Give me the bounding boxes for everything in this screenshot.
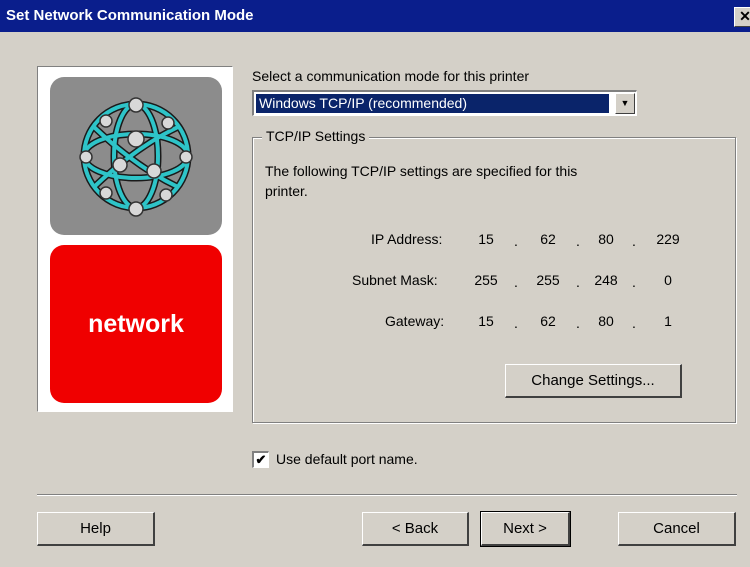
title-bar: Set Network Communication Mode ✕: [0, 0, 750, 32]
cancel-button[interactable]: Cancel: [618, 512, 736, 546]
next-button[interactable]: Next >: [480, 511, 571, 547]
ip-dot: .: [632, 233, 636, 249]
group-title: TCP/IP Settings: [262, 128, 370, 144]
ip-dot: .: [514, 233, 518, 249]
tcpip-description: The following TCP/IP settings are specif…: [265, 163, 578, 179]
gateway-octet-4: 1: [664, 313, 672, 329]
subnet-octet-3: 248: [594, 272, 618, 288]
logo-network-label: network: [50, 245, 222, 403]
logo-top-tile: [50, 77, 222, 235]
gateway-octet-2: 62: [540, 313, 556, 329]
subnet-dot: .: [576, 274, 580, 290]
tcpip-description-cont: printer.: [265, 183, 308, 199]
ip-octet-3: 80: [598, 231, 614, 247]
close-button[interactable]: ✕: [734, 7, 750, 27]
communication-mode-dropdown[interactable]: Windows TCP/IP (recommended) ▼: [252, 90, 637, 116]
subnet-dot: .: [514, 274, 518, 290]
ip-dot: .: [576, 233, 580, 249]
footer-separator: [37, 494, 737, 496]
dropdown-selected-value: Windows TCP/IP (recommended): [256, 94, 609, 113]
subnet-octet-1: 255: [474, 272, 498, 288]
subnet-octet-4: 0: [664, 272, 672, 288]
chevron-down-icon[interactable]: ▼: [615, 93, 635, 114]
logo-panel: network: [37, 66, 233, 412]
change-settings-button[interactable]: Change Settings...: [505, 364, 682, 398]
gateway-octet-3: 80: [598, 313, 614, 329]
ip-octet-2: 62: [540, 231, 556, 247]
mode-label: Select a communication mode for this pri…: [252, 68, 530, 84]
subnet-mask-label: Subnet Mask:: [352, 272, 438, 288]
gateway-label: Gateway:: [385, 313, 445, 329]
default-port-checkbox[interactable]: ✔: [252, 451, 269, 468]
window-title: Set Network Communication Mode: [6, 7, 254, 24]
subnet-octet-2: 255: [536, 272, 560, 288]
gateway-octet-1: 15: [478, 313, 494, 329]
ip-address-label: IP Address:: [371, 231, 443, 247]
ip-octet-4: 229: [656, 231, 680, 247]
back-button[interactable]: < Back: [362, 512, 469, 546]
help-button[interactable]: Help: [37, 512, 155, 546]
gateway-dot: .: [632, 315, 636, 331]
gateway-dot: .: [576, 315, 580, 331]
ip-octet-1: 15: [478, 231, 494, 247]
network-globe-icon: [79, 97, 193, 217]
gateway-dot: .: [514, 315, 518, 331]
subnet-dot: .: [632, 274, 636, 290]
default-port-label[interactable]: Use default port name.: [276, 451, 418, 467]
